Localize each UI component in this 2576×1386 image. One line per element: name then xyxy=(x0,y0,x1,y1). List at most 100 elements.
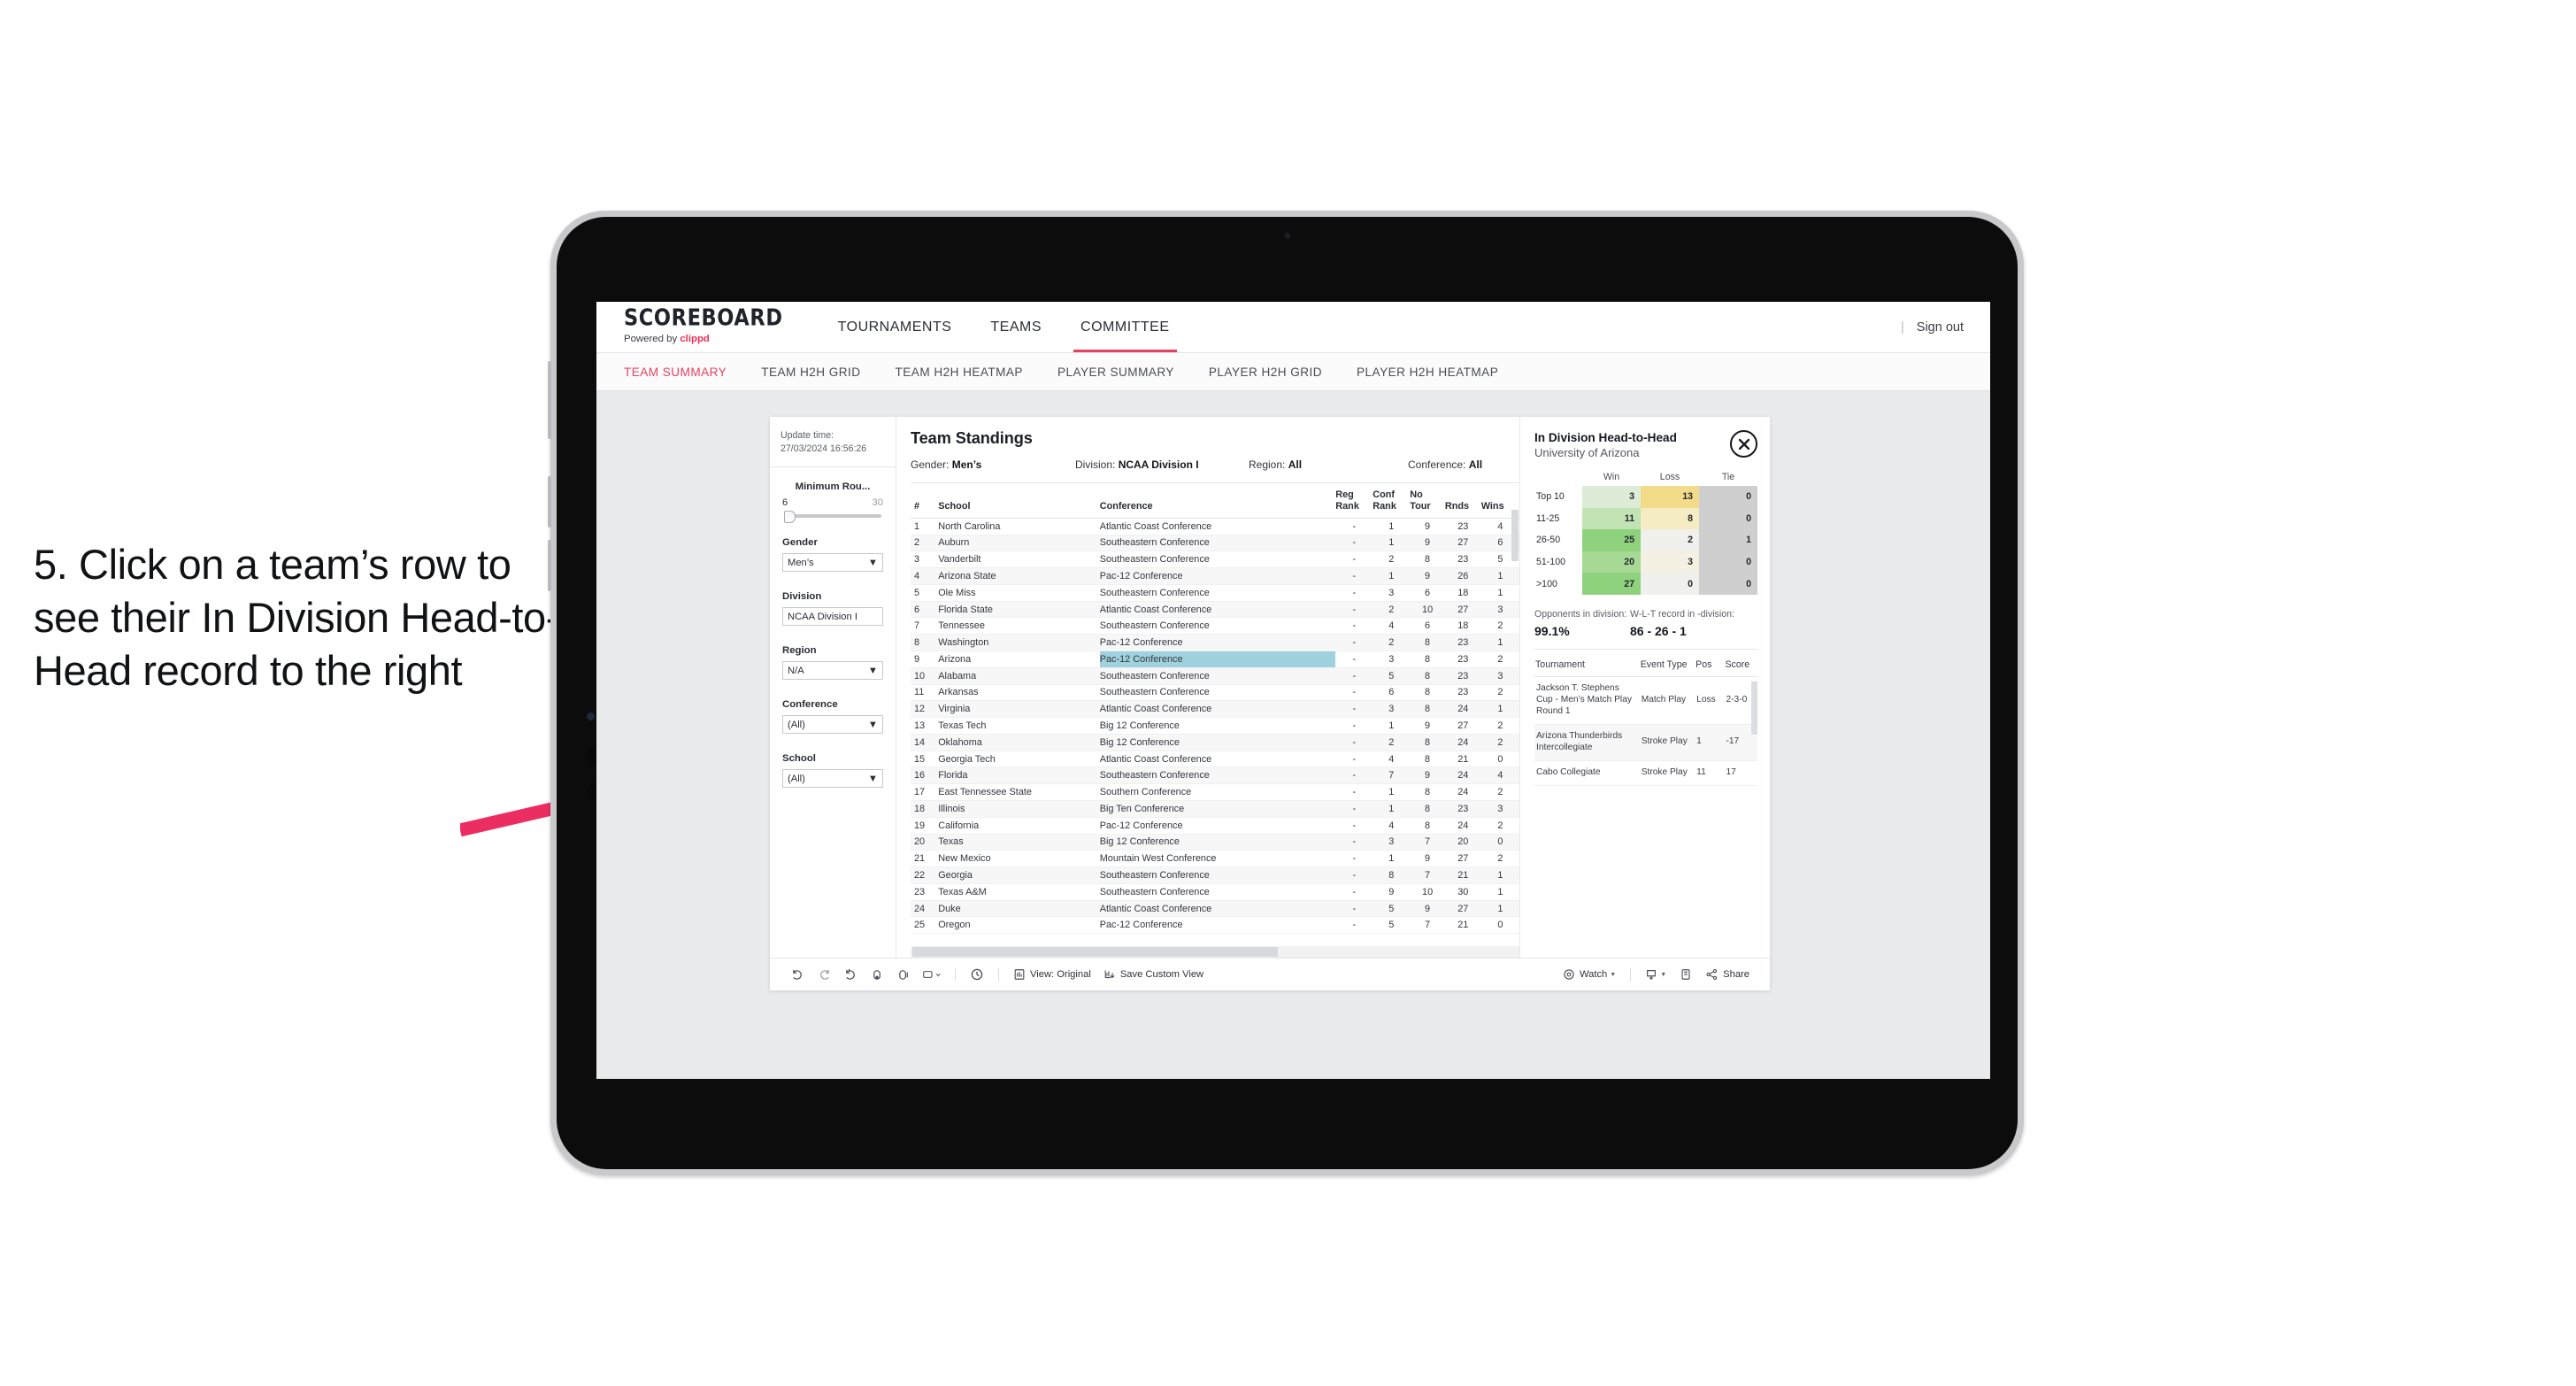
list-item[interactable]: Jackson T. Stephens Cup - Men’s Match Pl… xyxy=(1534,676,1757,725)
save-custom-view-button[interactable]: Save Custom View xyxy=(1097,968,1210,981)
h2h-cell[interactable]: 0 xyxy=(1699,486,1757,508)
h2h-cell[interactable]: 0 xyxy=(1699,551,1757,574)
table-vertical-scrollbar[interactable] xyxy=(1511,510,1519,561)
tab-team-h2h-grid[interactable]: TEAM H2H GRID xyxy=(761,366,860,379)
tab-team-h2h-heatmap[interactable]: TEAM H2H HEATMAP xyxy=(896,366,1023,379)
tab-player-h2h-grid[interactable]: PLAYER H2H GRID xyxy=(1209,366,1322,379)
table-row[interactable]: 13 Texas Tech Big 12 Conference -1 9 27 2 xyxy=(911,717,1519,735)
table-row[interactable]: 24 Duke Atlantic Coast Conference -5 9 27 1 xyxy=(911,900,1519,918)
h2h-cell[interactable]: 13 xyxy=(1641,486,1699,508)
h2h-cell[interactable]: 3 xyxy=(1582,486,1641,508)
volume-up-button[interactable] xyxy=(548,476,551,527)
table-row[interactable]: 25 Oregon Pac-12 Conference -5 7 21 0 xyxy=(911,916,1519,935)
download-button[interactable]: ▼ xyxy=(1639,968,1672,981)
signout-link[interactable]: Sign out xyxy=(1917,320,1964,335)
h2h-cell[interactable]: 11 xyxy=(1582,507,1641,530)
pause-icon[interactable] xyxy=(890,963,917,986)
rectangle-select-icon[interactable] xyxy=(917,963,947,986)
table-row[interactable]: 7 Tennessee Southeastern Conference -4 6 18 2 xyxy=(911,617,1519,635)
col-no-tour[interactable]: No Tour xyxy=(1410,483,1445,519)
table-row[interactable]: 5 Ole Miss Southeastern Conference -3 6 18 1 xyxy=(911,584,1519,602)
table-row[interactable]: 19 California Pac-12 Conference -4 8 24 2 xyxy=(911,817,1519,835)
table-row[interactable]: 10 Alabama Southeastern Conference -5 8 23 3 xyxy=(911,667,1519,685)
h2h-cell[interactable]: 3 xyxy=(1641,551,1699,574)
col-score[interactable]: Score xyxy=(1724,658,1757,677)
col-rnds[interactable]: Rnds xyxy=(1444,483,1481,519)
tab-player-summary[interactable]: PLAYER SUMMARY xyxy=(1057,366,1174,379)
h2h-cell[interactable]: 0 xyxy=(1641,573,1699,595)
col-event-type[interactable]: Event Type xyxy=(1639,658,1696,677)
table-row[interactable]: 22 Georgia Southeastern Conference -8 7 21 1 xyxy=(911,866,1519,884)
col-rank[interactable]: # xyxy=(911,483,939,519)
power-button[interactable] xyxy=(548,361,551,439)
division-filter-select[interactable]: NCAA Division I xyxy=(782,607,883,627)
table-row[interactable]: 4 Arizona State Pac-12 Conference -1 9 26 1 xyxy=(911,567,1519,585)
table-horizontal-scrollbar[interactable] xyxy=(911,946,1519,958)
cell-conf-rank: 5 xyxy=(1373,916,1411,935)
table-row[interactable]: 2 Auburn Southeastern Conference -1 9 27 6 xyxy=(911,535,1519,552)
table-row[interactable]: 3 Vanderbilt Southeastern Conference -2 8 23 5 xyxy=(911,551,1519,569)
undo-icon[interactable] xyxy=(784,963,811,986)
table-row[interactable]: 9 Arizona Pac-12 Conference -3 8 23 2 xyxy=(911,651,1519,668)
cell-school: Texas Tech xyxy=(938,717,1100,735)
list-item[interactable]: Cabo Collegiate Stroke Play 11 17 xyxy=(1534,760,1757,786)
table-row[interactable]: 8 Washington Pac-12 Conference -2 8 23 1 xyxy=(911,634,1519,651)
table-row[interactable]: 23 Texas A&M Southeastern Conference -9 10 30… xyxy=(911,883,1519,901)
h2h-cell[interactable]: 0 xyxy=(1699,507,1757,530)
h2h-cell[interactable]: 25 xyxy=(1582,529,1641,551)
col-conf-rank[interactable]: Conf Rank xyxy=(1373,483,1411,519)
region-filter-select[interactable]: N/A ▼ xyxy=(782,661,883,681)
table-row[interactable]: 21 New Mexico Mountain West Conference -1 9 2… xyxy=(911,850,1519,868)
table-row[interactable]: 18 Illinois Big Ten Conference -1 8 23 3 xyxy=(911,800,1519,818)
nav-item-committee[interactable]: COMMITTEE xyxy=(1061,302,1189,352)
table-row[interactable]: 14 Oklahoma Big 12 Conference -2 8 24 2 xyxy=(911,734,1519,751)
share-button[interactable]: Share xyxy=(1699,968,1756,981)
volume-down-button[interactable] xyxy=(548,540,551,591)
refresh-icon[interactable] xyxy=(864,963,890,986)
fullscreen-icon[interactable] xyxy=(1672,963,1699,986)
table-row[interactable]: 16 Florida Southeastern Conference -7 9 24 4 xyxy=(911,766,1519,785)
h2h-cell[interactable]: 20 xyxy=(1582,551,1641,574)
cell-rnds: 23 xyxy=(1444,684,1481,702)
slider-thumb[interactable] xyxy=(784,511,796,524)
h2h-cell[interactable]: 27 xyxy=(1582,573,1641,595)
school-filter-select[interactable]: (All) ▼ xyxy=(782,769,883,789)
table-row[interactable]: 15 Georgia Tech Atlantic Coast Conference -… xyxy=(911,751,1519,768)
gender-filter-select[interactable]: Men’s ▼ xyxy=(782,553,883,573)
nav-item-teams[interactable]: TEAMS xyxy=(971,302,1061,352)
table-row[interactable]: 12 Virginia Atlantic Coast Conference -3 8 24… xyxy=(911,700,1519,719)
brand-logo[interactable]: SCOREBOARD Powered by clippd xyxy=(596,306,819,344)
close-icon[interactable] xyxy=(1730,430,1757,458)
scrollbar-thumb[interactable] xyxy=(912,947,1278,957)
table-row[interactable]: 17 East Tennessee State Southern Conferenc… xyxy=(911,783,1519,801)
min-rounds-slider[interactable] xyxy=(784,511,881,524)
h2h-cell[interactable]: 8 xyxy=(1641,507,1699,530)
view-original-button[interactable]: View: Original xyxy=(1007,968,1097,981)
conference-filter-select[interactable]: (All) ▼ xyxy=(782,715,883,735)
table-row[interactable]: 6 Florida State Atlantic Coast Conference -… xyxy=(911,601,1519,619)
h2h-cell[interactable]: 2 xyxy=(1641,529,1699,551)
tournaments-scrollbar[interactable] xyxy=(1751,681,1757,735)
cell-score: 17 xyxy=(1724,760,1757,786)
col-tournament[interactable]: Tournament xyxy=(1534,658,1640,677)
list-item[interactable]: Arizona Thunderbirds Intercollegiate Stro… xyxy=(1534,724,1757,761)
table-row[interactable]: 1 North Carolina Atlantic Coast Conference… xyxy=(911,518,1519,535)
redo-icon[interactable] xyxy=(811,963,837,986)
tab-player-h2h-heatmap[interactable]: PLAYER H2H HEATMAP xyxy=(1357,366,1498,379)
h2h-cell[interactable]: 1 xyxy=(1699,529,1757,551)
cell-no-tour: 8 xyxy=(1410,751,1445,768)
clock-icon[interactable] xyxy=(964,963,990,986)
nav-item-tournaments[interactable]: TOURNAMENTS xyxy=(819,302,972,352)
tab-team-summary[interactable]: TEAM SUMMARY xyxy=(624,366,727,379)
table-row[interactable]: 11 Arkansas Southeastern Conference -6 8 23 2 xyxy=(911,684,1519,702)
h2h-cell[interactable]: 0 xyxy=(1699,573,1757,595)
cell-wins: 2 xyxy=(1480,734,1519,751)
col-pos[interactable]: Pos xyxy=(1695,658,1725,677)
revert-icon[interactable] xyxy=(837,963,864,986)
col-school[interactable]: School xyxy=(938,483,1100,519)
col-reg-rank[interactable]: Reg Rank xyxy=(1335,483,1373,519)
cell-rank: 1 xyxy=(911,518,939,535)
table-row[interactable]: 20 Texas Big 12 Conference -3 7 20 0 xyxy=(911,834,1519,851)
col-conference[interactable]: Conference xyxy=(1099,483,1336,519)
watch-button[interactable]: Watch ▼ xyxy=(1557,968,1622,981)
